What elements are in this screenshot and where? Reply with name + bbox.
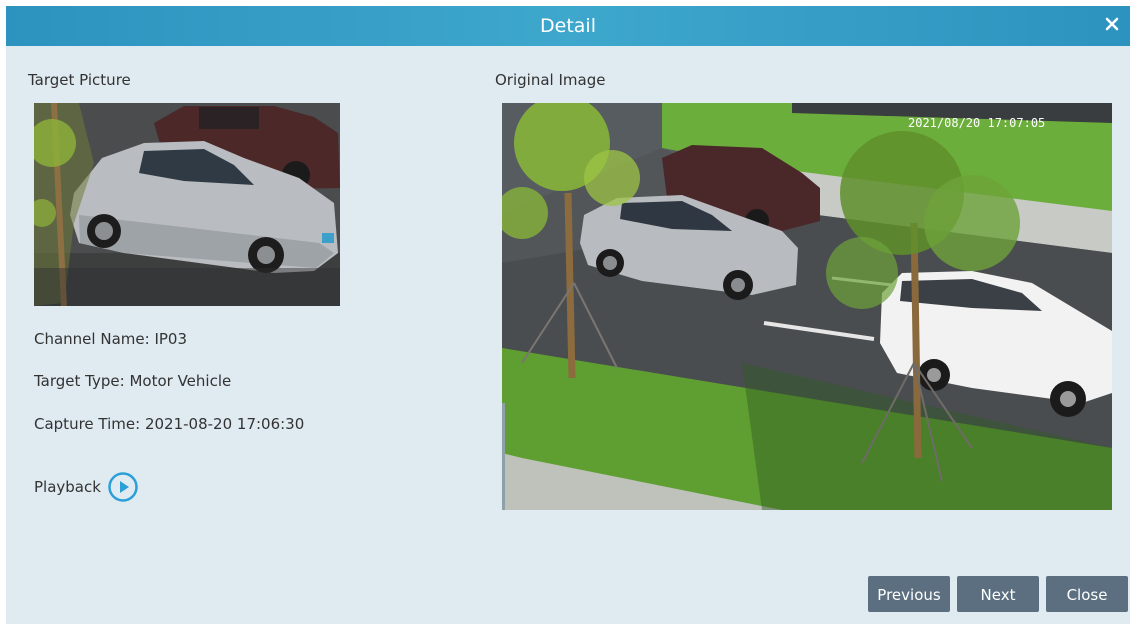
close-button[interactable]: Close — [1046, 576, 1128, 612]
capture-time-value: 2021-08-20 17:06:30 — [144, 415, 305, 433]
next-button[interactable]: Next — [957, 576, 1039, 612]
target-type-row: Target Type: Motor Vehicle — [34, 372, 231, 390]
capture-time-label: Capture Time: — [34, 415, 141, 433]
target-picture — [34, 103, 340, 306]
close-icon[interactable] — [1102, 14, 1122, 34]
timestamp-overlay: 2021/08/20 17:07:05 — [908, 116, 1045, 130]
original-image: 2021/08/20 17:07:05 — [502, 103, 1112, 510]
target-picture-label: Target Picture — [28, 71, 131, 89]
capture-time-row: Capture Time: 2021-08-20 17:06:30 — [34, 415, 304, 433]
channel-name-row: Channel Name: IP03 — [34, 330, 187, 348]
previous-button[interactable]: Previous — [868, 576, 950, 612]
target-type-value: Motor Vehicle — [129, 372, 232, 390]
detail-dialog: Detail Target Picture Original Image Cha — [6, 6, 1130, 624]
channel-name-value: IP03 — [154, 330, 188, 348]
playback-label: Playback — [34, 478, 101, 496]
playback-button[interactable]: Playback — [34, 470, 139, 504]
title-bar: Detail — [6, 6, 1130, 46]
dialog-title: Detail — [540, 15, 596, 37]
play-circle-icon[interactable] — [107, 471, 139, 503]
target-type-label: Target Type: — [34, 372, 125, 390]
channel-name-label: Channel Name: — [34, 330, 150, 348]
original-image-label: Original Image — [495, 71, 606, 89]
